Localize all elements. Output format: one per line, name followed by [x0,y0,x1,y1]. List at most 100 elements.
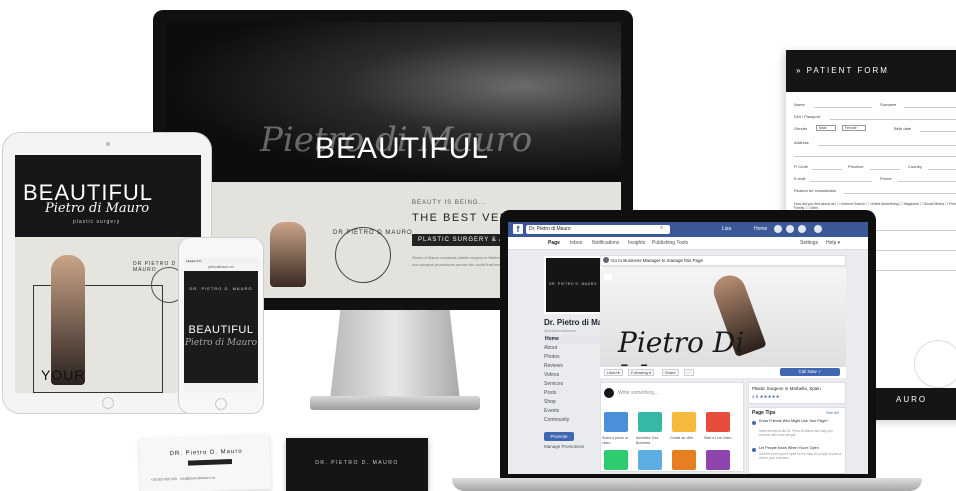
fb-tile-extra-3[interactable] [672,450,696,470]
ipad-screen: BEAUTIFUL Pietro di Mauro plastic surger… [15,155,201,393]
fb-promote-button[interactable]: Promote [544,432,574,441]
form-label-pcode: P. Code [794,164,808,169]
fb-page-tips-see-all[interactable]: See All [826,410,838,415]
form-line-pcode[interactable] [812,169,842,170]
fb-following-button[interactable]: Following ▾ [628,369,655,376]
macbook-screen: f Dr. Pietro di Mauro ⌕ Lisa Home Page I… [508,222,868,474]
form-line-country[interactable] [928,169,956,170]
search-icon[interactable]: ⌕ [660,225,663,232]
fb-tip-1-title[interactable]: Know Friends Who Might Like Your Page? [759,419,843,424]
fb-liked-button[interactable]: Liked ▾ [604,369,623,376]
card-white-info: +34 000 000 000 · info@pietrodimauro.es [150,475,216,482]
camera-icon[interactable] [604,274,612,280]
fb-call-now-button[interactable]: Call Now ✓ [780,368,840,376]
tip-icon [752,421,756,425]
tip-icon [752,448,756,452]
form-line-birth[interactable] [920,131,956,132]
form-label-surname: Surname [880,102,897,107]
iphone-brand: DR. PIETRO D. MAURO [189,286,253,291]
form-line-surname[interactable] [904,107,956,108]
form-line-name[interactable] [814,107,872,108]
fb-left-services[interactable]: Services [544,380,600,389]
business-card-white: DR. Pietro D. Mauro +34 000 000 000 · in… [139,433,271,491]
fb-more-button[interactable]: ··· [684,369,694,376]
info-icon [603,257,609,263]
fb-home-link[interactable]: Home [754,226,767,232]
form-line-phone[interactable] [898,181,956,182]
fb-tile-advertise[interactable] [638,412,662,432]
form-label-gender: Gender [794,126,808,131]
iphone-title: BEAUTIFUL [188,324,254,336]
form-label-reason: Reason for consultation [794,188,837,193]
friends-icon[interactable] [774,225,782,233]
messages-icon[interactable] [786,225,794,233]
card-white-name: DR. Pietro D. Mauro [169,448,243,458]
fb-left-photos[interactable]: Photos [544,353,600,362]
fb-rating[interactable]: 4.9 ★★★★★ [752,394,780,400]
iphone-url-bar[interactable]: pietrodimauro.es [184,264,258,271]
fb-user-link[interactable]: Lisa [722,226,731,232]
fb-tile-extra-2[interactable] [638,450,662,470]
fb-tile-offer-label: Create an offer [670,436,694,440]
form-option-male[interactable]: Male [816,125,836,131]
form-option-female[interactable]: Female [842,125,866,131]
fb-business-manager-bar[interactable]: Go to Business Manager to manage this Pa… [600,255,846,266]
iphone-device: ●●●●● 9:41 pietrodimauro.es DR. PIETRO D… [178,237,264,414]
form-line-address-2[interactable] [794,156,956,157]
fb-tile-extra-1[interactable] [604,450,628,470]
fb-left-community[interactable]: Community [544,416,600,425]
fb-search-input[interactable]: Dr. Pietro di Mauro [526,225,670,234]
ipad-script-logo: Pietro di Mauro [45,201,150,216]
fb-composer-input[interactable]: Write something... [618,390,658,396]
mockup-stage: Pietro di Mauro BEAUTIFUL DR PIETRO D MA… [0,0,956,491]
form-label-province: Province [848,164,864,169]
notifications-icon[interactable] [798,225,806,233]
fb-tile-live[interactable] [706,412,730,432]
ipad-tagline: plastic surgery [73,219,121,225]
fb-nav-insights[interactable]: Insights [628,240,645,246]
fb-manage-promotions[interactable]: Manage Promotions [544,444,584,449]
fb-nav-settings[interactable]: Settings [800,240,818,246]
imac-dancer-image [270,222,306,287]
fb-tile-advertise-label: Advertise Your Business [636,436,659,445]
form-line-address[interactable] [818,145,956,146]
fb-page-tips-title: Page Tips [752,410,776,416]
fb-profile-picture-text: DR. PIETRO D. MAURO [548,282,597,286]
fb-nav-help[interactable]: Help ▾ [826,240,840,246]
fb-tip-2-title[interactable]: Let People Know When You're Open [759,446,843,451]
form-line-reason[interactable] [844,193,956,194]
fb-left-about[interactable]: About [544,344,600,353]
fb-tile-live-label: Start a Live Video [704,436,732,440]
fb-left-home[interactable]: Home [544,335,600,344]
form-line-email[interactable] [810,181,872,182]
fb-left-events[interactable]: Events [544,407,600,416]
fb-cover-photo[interactable]: Pietro Di Mauro [600,268,846,378]
fb-nav-inbox[interactable]: Inbox [570,240,582,246]
fb-tile-offer[interactable] [672,412,696,432]
fb-left-shop[interactable]: Shop [544,398,600,407]
fb-nav-notifications[interactable]: Notifications [592,240,619,246]
facebook-logo-icon[interactable]: f [513,224,523,234]
iphone-script-logo: Pietro di Mauro [184,338,258,348]
form-line-dni[interactable] [830,119,956,120]
fb-share-button[interactable]: Share [662,369,679,376]
form-label-country: Country [908,164,923,169]
imac-base [310,396,480,410]
fb-left-videos[interactable]: Videos [544,371,600,380]
fb-location: Plastic Surgeon in Marbella, Spain [752,386,821,391]
fb-nav-page[interactable]: Page [548,240,560,246]
form-line-province[interactable] [870,169,900,170]
help-icon[interactable] [814,225,822,233]
fb-tile-photo[interactable] [604,412,628,432]
fb-tile-extra-4[interactable] [706,450,730,470]
ipad-home-button[interactable] [102,397,114,409]
avatar [604,388,614,398]
fb-nav-publishing-tools[interactable]: Publishing Tools [652,240,688,246]
patient-form-title: » PATIENT FORM [796,66,889,75]
fb-left-posts[interactable]: Posts [544,389,600,398]
ipad-your-text: YOUR [41,367,86,383]
iphone-home-button[interactable] [215,398,227,410]
imac-seal-text: DR PIETRO D MAURO [333,230,413,236]
fb-left-reviews[interactable]: Reviews [544,362,600,371]
fb-page-tips-card [748,407,846,474]
